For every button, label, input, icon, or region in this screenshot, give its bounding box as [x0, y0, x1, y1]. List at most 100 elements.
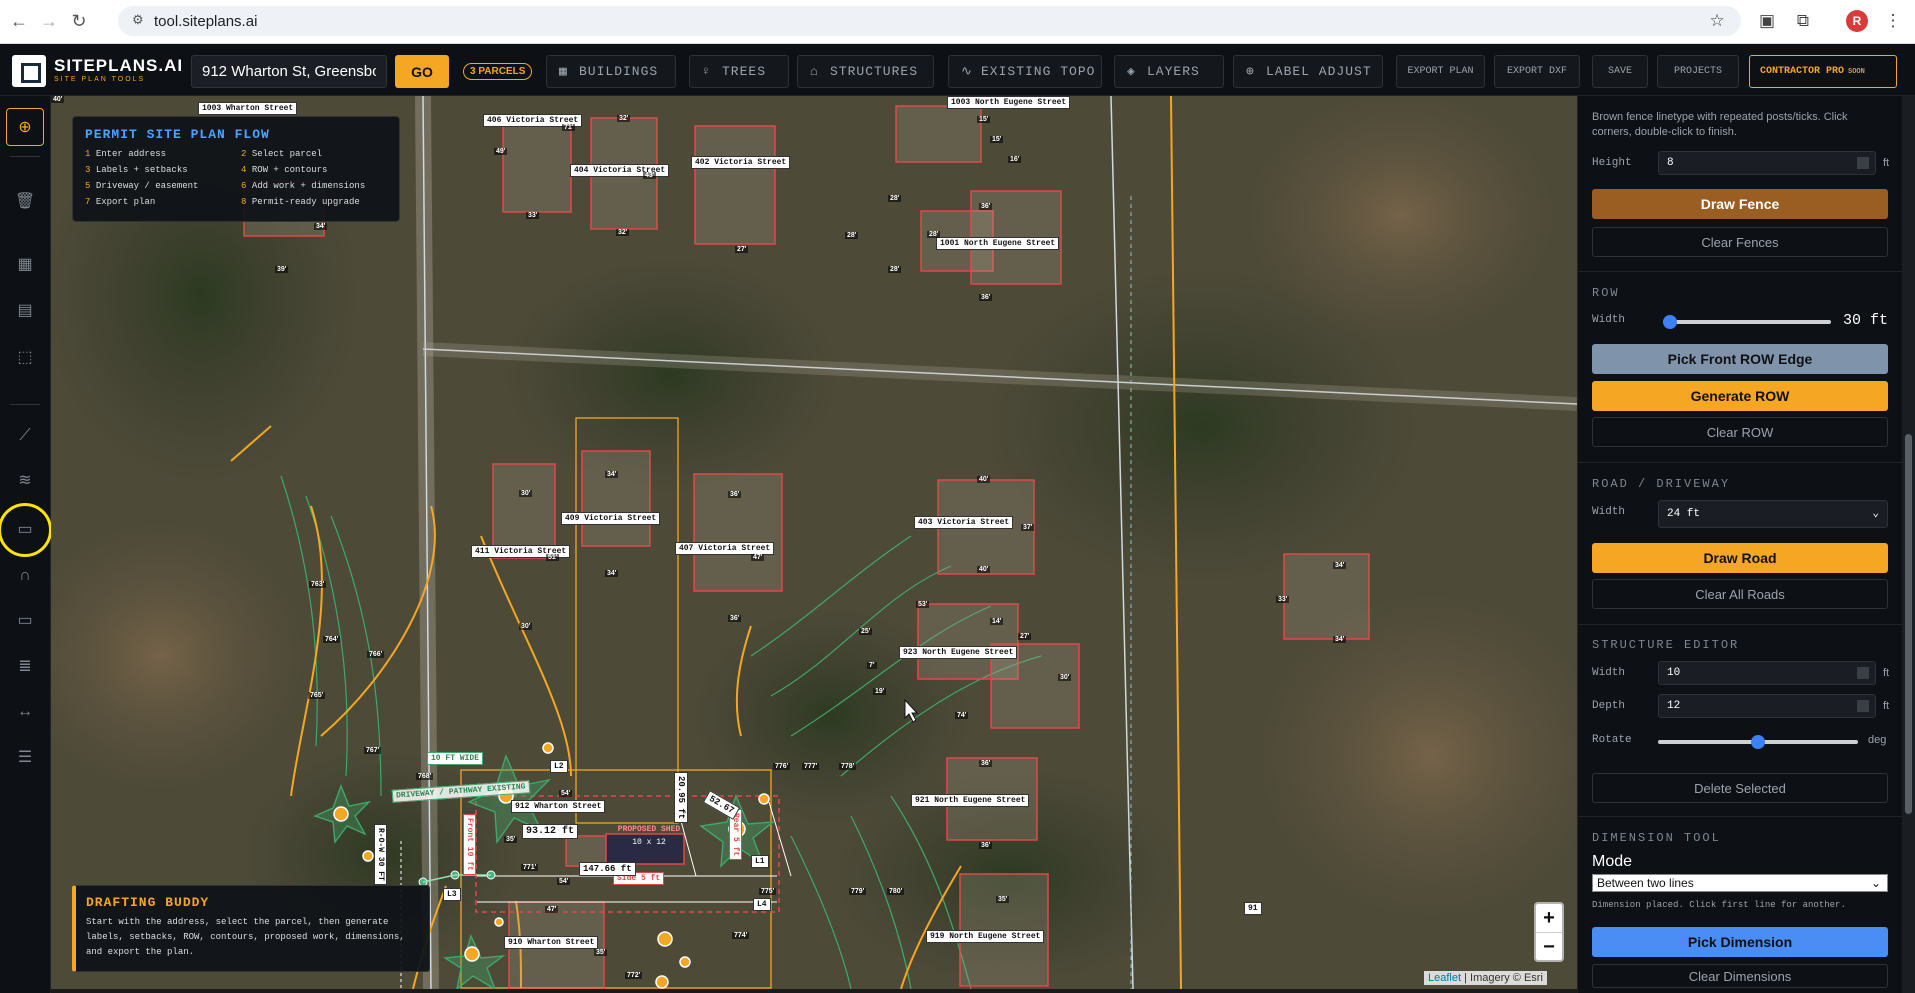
back-icon[interactable]: ← — [8, 10, 30, 32]
draw-fence-button[interactable]: Draw Fence — [1592, 189, 1888, 219]
dim-label: 47' — [545, 906, 559, 913]
clear-roads-button[interactable]: Clear All Roads — [1592, 579, 1888, 609]
fence-tool-icon[interactable]: ▭ — [12, 608, 38, 634]
parcel-label[interactable]: 1003 North Eugene Street — [947, 96, 1071, 109]
flow-step: 3 Labels + setbacks — [85, 165, 188, 175]
label-adjust-button[interactable]: ⊕ LABEL ADJUST — [1233, 55, 1383, 88]
extension-n-icon[interactable]: ▣ — [1756, 10, 1778, 32]
shape-icon[interactable]: ⬚ — [12, 345, 38, 371]
grid-icon[interactable]: ▦ — [12, 252, 38, 278]
address-bar[interactable]: ⚙ tool.siteplans.ai — [118, 6, 1741, 36]
unit-label: ft — [1883, 700, 1890, 712]
reload-icon[interactable]: ↻ — [68, 10, 90, 32]
address-search-input[interactable] — [191, 55, 387, 88]
slope-icon[interactable]: ⟋ — [12, 423, 38, 449]
dimension-icon[interactable]: ↔ — [12, 699, 38, 725]
dimension-9312[interactable]: 93.12 ft — [522, 824, 579, 839]
parcel-label[interactable]: 923 North Eugene Street — [899, 646, 1018, 659]
generate-row-button[interactable]: Generate ROW — [1592, 381, 1888, 411]
browser-menu-icon[interactable]: ⋮ — [1882, 10, 1904, 32]
spinner-icon[interactable] — [1857, 700, 1869, 712]
row-width-label[interactable]: R-O-W 30 FT — [374, 824, 387, 885]
dimension-14766[interactable]: 147.66 ft — [579, 862, 636, 876]
dimension-note: Dimension placed. Click first line for a… — [1592, 900, 1846, 910]
row-slider-knob[interactable] — [1663, 315, 1677, 329]
draw-road-button[interactable]: Draw Road — [1592, 543, 1888, 573]
export-plan-button[interactable]: EXPORT PLAN — [1396, 55, 1485, 88]
road-width-select[interactable]: 24 ft ⌄ — [1658, 500, 1888, 528]
line-label-l2[interactable]: L2 — [550, 760, 568, 773]
list-icon[interactable]: ☰ — [12, 745, 38, 771]
line-label-l4[interactable]: L4 — [753, 898, 771, 911]
contour-label: 779' — [849, 888, 867, 895]
contour-icon[interactable]: ≋ — [12, 468, 38, 494]
export-dxf-button[interactable]: EXPORT DXF — [1494, 55, 1580, 88]
dim-label: 54' — [557, 878, 571, 885]
bookmark-star-icon[interactable]: ☆ — [1706, 10, 1728, 32]
dim-label: 16' — [1008, 156, 1022, 163]
dim-label: 33' — [526, 212, 540, 219]
line-label-l1[interactable]: L1 — [751, 855, 769, 868]
parcel-label[interactable]: 921 North Eugene Street — [911, 794, 1030, 807]
target-select-icon[interactable]: ⊕ — [6, 108, 44, 146]
leaflet-link[interactable]: Leaflet — [1428, 972, 1461, 984]
dimension-2095[interactable]: 20.95 ft — [674, 772, 688, 824]
document-icon[interactable]: ▤ — [12, 298, 38, 324]
flow-title: PERMIT SITE PLAN FLOW — [85, 127, 270, 142]
buildings-button[interactable]: ▦ BUILDINGS — [546, 55, 676, 88]
parcel-label[interactable]: 91 — [1244, 902, 1262, 915]
panel-scrollbar[interactable] — [1902, 96, 1915, 993]
site-info-icon[interactable]: ⚙ — [132, 13, 146, 27]
struct-depth-input[interactable]: 12 — [1658, 694, 1876, 718]
parcel-label[interactable]: 912 Wharton Street — [511, 800, 606, 813]
parcel-label[interactable]: 409 Victoria Street — [561, 512, 661, 525]
zoom-in-button[interactable]: + — [1536, 904, 1562, 932]
front-setback-label[interactable]: Front 10 ft — [463, 814, 476, 875]
parcel-label[interactable]: 1001 North Eugene Street — [936, 237, 1060, 250]
extensions-puzzle-icon[interactable]: ⧉ — [1792, 10, 1814, 32]
driveway-width-label[interactable]: 10 FT WIDE — [427, 752, 484, 765]
scrollbar-thumb[interactable] — [1905, 434, 1912, 814]
flow-step: 7 Export plan — [85, 197, 156, 207]
projects-button[interactable]: PROJECTS — [1657, 55, 1739, 88]
spinner-icon[interactable] — [1857, 157, 1869, 169]
contractor-pro-button[interactable]: CONTRACTOR PRO SOON — [1749, 55, 1897, 88]
trees-button[interactable]: ♀ TREES — [689, 55, 789, 88]
struct-width-input[interactable]: 10 — [1658, 661, 1876, 685]
structures-button[interactable]: ⌂ STRUCTURES — [797, 55, 934, 88]
ruler-icon[interactable]: ≣ — [12, 654, 38, 680]
archway-icon[interactable]: ∩ — [12, 563, 38, 589]
dim-label: 7' — [867, 662, 877, 669]
delete-selected-button[interactable]: Delete Selected — [1592, 773, 1888, 803]
clear-row-button[interactable]: Clear ROW — [1592, 417, 1888, 447]
parcel-label[interactable]: 919 North Eugene Street — [926, 930, 1045, 943]
rotate-slider[interactable] — [1658, 735, 1858, 749]
row-width-slider[interactable] — [1663, 315, 1831, 329]
go-button[interactable]: GO — [395, 55, 449, 88]
clear-fences-button[interactable]: Clear Fences — [1592, 227, 1888, 257]
save-button[interactable]: SAVE — [1592, 55, 1648, 88]
map-canvas[interactable]: 1003 Wharton Street 406 Victoria Street … — [51, 96, 1577, 989]
zoom-out-button[interactable]: − — [1536, 933, 1562, 961]
pick-dimension-button[interactable]: Pick Dimension — [1592, 927, 1888, 957]
trash-icon[interactable]: 🗑 — [12, 189, 38, 215]
fence-height-input[interactable]: 8 — [1658, 151, 1876, 175]
proposed-shed-label[interactable]: PROPOSED SHED — [612, 825, 686, 834]
road-tool-icon[interactable]: ▭ — [12, 517, 38, 543]
layers-icon: ◈ — [1127, 64, 1136, 79]
existing-topo-button[interactable]: ∿ EXISTING TOPO — [948, 55, 1102, 88]
profile-avatar[interactable]: R — [1846, 10, 1868, 32]
pick-front-row-button[interactable]: Pick Front ROW Edge — [1592, 344, 1888, 374]
parcel-label[interactable]: 402 Victoria Street — [691, 156, 791, 169]
contour-label: 766' — [367, 651, 385, 658]
spinner-icon[interactable] — [1857, 667, 1869, 679]
dimension-mode-select[interactable]: Between two lines ⌄ — [1592, 874, 1888, 892]
parcel-label[interactable]: 403 Victoria Street — [914, 516, 1014, 529]
layers-button[interactable]: ◈ LAYERS — [1114, 55, 1224, 88]
parcel-label[interactable]: 1003 Wharton Street — [198, 102, 298, 115]
line-label-l3[interactable]: L3 — [443, 888, 461, 901]
forward-icon[interactable]: → — [38, 10, 60, 32]
parcel-label[interactable]: 910 Wharton Street — [504, 936, 599, 949]
rotate-slider-knob[interactable] — [1751, 735, 1765, 749]
clear-dimensions-button[interactable]: Clear Dimensions — [1592, 964, 1888, 988]
